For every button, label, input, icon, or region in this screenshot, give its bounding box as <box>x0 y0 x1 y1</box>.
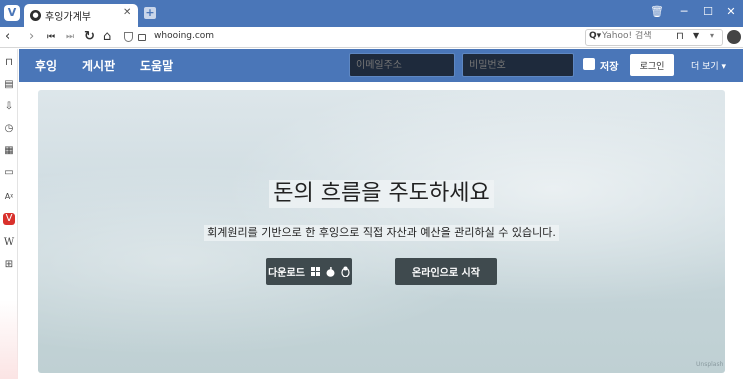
new-tab-icon[interactable]: + <box>144 7 156 19</box>
browser-tab-strip: V ● 후잉가계부 ✕ + 🗑 ─ ☐ ✕ <box>0 0 743 27</box>
notes-panel-icon[interactable]: ▦ <box>3 145 15 157</box>
url-field[interactable]: whooing.com ⊓ ▼ <box>121 29 699 46</box>
close-window-icon[interactable]: ✕ <box>722 5 740 18</box>
photo-credit[interactable]: Unsplash <box>696 361 723 368</box>
hero-banner: 돈의 흐름을 주도하세요 회계원리를 기반으로 한 후잉으로 직접 자산과 예산… <box>38 90 725 373</box>
left-margin-decoration <box>0 300 18 379</box>
tab-title: 후잉가계부 <box>45 12 91 23</box>
trash-icon[interactable]: 🗑 <box>648 5 666 18</box>
browser-tab[interactable]: ● 후잉가계부 ✕ <box>24 4 138 27</box>
translate-panel-icon[interactable]: Aᵡ <box>3 191 15 203</box>
whooing-favicon-icon: ● <box>30 10 41 21</box>
add-panel-icon[interactable]: ⊞ <box>3 259 15 271</box>
password-input[interactable] <box>462 53 574 77</box>
remember-label: 저장 <box>600 62 619 73</box>
rewind-icon[interactable]: ⏮ <box>47 29 55 45</box>
hero-subtitle: 회계원리를 기반으로 한 후잉으로 직접 자산과 예산을 관리하실 수 있습니다… <box>38 221 725 241</box>
more-menu-link[interactable]: 더 보기 ▾ <box>691 59 726 72</box>
wikipedia-panel-icon[interactable]: W <box>3 237 15 249</box>
home-icon[interactable]: ⌂ <box>103 29 111 45</box>
search-input[interactable] <box>602 31 702 41</box>
minimize-icon[interactable]: ─ <box>675 5 693 18</box>
fast-forward-icon[interactable]: ⏭ <box>66 29 74 45</box>
search-dropdown-icon[interactable]: ▾ <box>710 31 714 40</box>
profile-avatar-icon[interactable] <box>727 30 741 44</box>
linux-icon <box>341 266 350 277</box>
nav-link-whooing[interactable]: 후잉 <box>35 57 57 74</box>
history-panel-icon[interactable]: ◷ <box>3 123 15 135</box>
apple-icon <box>326 266 335 277</box>
window-panel-icon[interactable]: ▭ <box>3 167 15 179</box>
start-online-label: 온라인으로 시작 <box>412 268 480 279</box>
downloads-panel-icon[interactable]: ⇩ <box>3 101 15 113</box>
reload-icon[interactable]: ↻ <box>84 29 95 45</box>
site-navbar: 후잉 게시판 도움말 저장 로그인 더 보기 ▾ <box>19 49 743 82</box>
shield-icon <box>124 32 133 42</box>
tab-close-icon[interactable]: ✕ <box>123 7 131 18</box>
maximize-icon[interactable]: ☐ <box>699 5 717 18</box>
remember-checkbox[interactable] <box>583 58 595 70</box>
nav-link-board[interactable]: 게시판 <box>82 57 115 74</box>
start-online-button[interactable]: 온라인으로 시작 <box>395 258 497 285</box>
url-text: whooing.com <box>154 31 215 41</box>
search-field[interactable]: Q▾ ▾ <box>585 29 723 46</box>
hero-title: 돈의 흐름을 주도하세요 <box>38 180 725 208</box>
download-button[interactable]: 다운로드 <box>266 258 352 285</box>
bookmarks-panel-icon[interactable]: ⊓ <box>3 57 15 69</box>
forward-icon[interactable]: › <box>29 29 34 45</box>
hero-title-text: 돈의 흐름을 주도하세요 <box>269 180 494 208</box>
vivaldi-menu-icon[interactable]: V <box>4 5 20 21</box>
download-button-label: 다운로드 <box>268 268 305 279</box>
search-engine-icon[interactable]: Q▾ <box>589 31 601 41</box>
vivaldi-panel-icon[interactable]: V <box>3 213 15 225</box>
hero-subtitle-text: 회계원리를 기반으로 한 후잉으로 직접 자산과 예산을 관리하실 수 있습니다… <box>204 225 559 241</box>
back-icon[interactable]: ‹ <box>5 29 10 45</box>
nav-link-help[interactable]: 도움말 <box>140 57 173 74</box>
email-input[interactable] <box>349 53 455 77</box>
lock-icon <box>138 34 146 41</box>
address-toolbar: ‹ › ⏮ ⏭ ↻ ⌂ whooing.com ⊓ ▼ Q▾ ▾ <box>0 27 743 48</box>
windows-icon <box>310 267 320 276</box>
reading-list-icon[interactable]: ▤ <box>3 79 15 91</box>
login-button[interactable]: 로그인 <box>630 54 674 76</box>
